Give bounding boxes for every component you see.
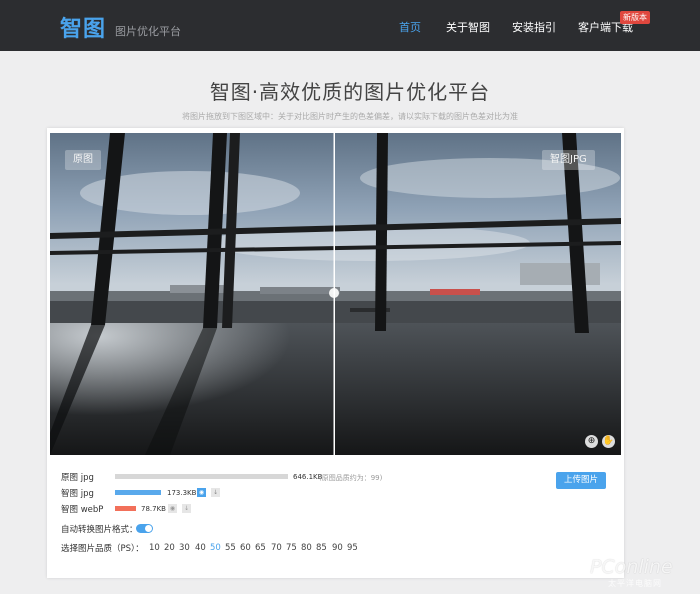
zhitu-webp-size: 78.7KB [141, 505, 166, 513]
preview-eye-icon[interactable]: ◉ [197, 488, 206, 497]
original-size-bar [115, 474, 288, 479]
auto-convert-toggle[interactable] [136, 524, 153, 533]
zhitu-webp-size-bar [115, 506, 136, 511]
original-jpg-label: 原图 jpg [61, 473, 94, 483]
quality-option-80[interactable]: 80 [301, 543, 312, 553]
photo-comparison [50, 133, 621, 455]
quality-option-65[interactable]: 65 [255, 543, 266, 553]
toggle-knob [145, 525, 152, 532]
quality-option-95[interactable]: 95 [347, 543, 358, 553]
pan-hand-icon[interactable]: ✋ [602, 435, 615, 448]
zoom-in-icon[interactable]: ⊕ [585, 435, 598, 448]
zhitu-jpg-label: 智图 jpg [61, 489, 94, 499]
logo-subtitle: 图片优化平台 [115, 25, 181, 38]
quality-option-30[interactable]: 30 [179, 543, 190, 553]
quality-option-55[interactable]: 55 [225, 543, 236, 553]
quality-option-90[interactable]: 90 [332, 543, 343, 553]
zhitu-jpg-size: 173.3KB [167, 489, 197, 497]
auto-convert-label: 自动转换图片格式： [61, 525, 138, 535]
new-version-badge: 新版本 [620, 11, 650, 24]
quality-option-70[interactable]: 70 [271, 543, 282, 553]
watermark-brand: PConline [590, 556, 673, 578]
page-subtitle: 将图片拖放到下图区域中：关于对比图片时产生的色差偏差，请以实际下载的图片色差对比… [182, 112, 518, 121]
download-icon[interactable]: ↓ [182, 504, 191, 513]
watermark-sub: 太平洋电脑网 [608, 579, 662, 588]
quality-option-20[interactable]: 20 [164, 543, 175, 553]
upload-image-button[interactable]: 上传图片 [556, 472, 606, 489]
quality-option-75[interactable]: 75 [286, 543, 297, 553]
zhitu-jpg-size-bar [115, 490, 161, 495]
nav-home[interactable]: 首页 [399, 19, 421, 35]
quality-option-60[interactable]: 60 [240, 543, 251, 553]
original-quality-note: (原图品质约为：99) [319, 474, 383, 482]
nav-install-guide[interactable]: 安装指引 [512, 19, 556, 35]
left-image-label: 原图 [65, 150, 101, 170]
quality-option-85[interactable]: 85 [316, 543, 327, 553]
nav-about[interactable]: 关于智图 [446, 19, 490, 35]
quality-label: 选择图片品质（PS）： [61, 544, 144, 554]
preview-eye-icon[interactable]: ◉ [168, 504, 177, 513]
quality-option-50[interactable]: 50 [210, 543, 221, 553]
image-compare-viewer[interactable]: 原图 智图JPG ⊕ ✋ [50, 133, 621, 455]
zhitu-webp-label: 智图 webP [61, 505, 104, 515]
quality-option-40[interactable]: 40 [195, 543, 206, 553]
compare-card: 原图 智图JPG ⊕ ✋ 原图 jpg 646.1KB (原图品质约为：99) … [47, 128, 624, 578]
page-title: 智图·高效优质的图片优化平台 [209, 80, 491, 104]
download-icon[interactable]: ↓ [211, 488, 220, 497]
right-image-label: 智图JPG [542, 150, 595, 170]
quality-option-10[interactable]: 10 [149, 543, 160, 553]
top-navbar: 智图 图片优化平台 首页 关于智图 安装指引 客户端下载 新版本 [0, 0, 700, 51]
logo[interactable]: 智图 [60, 11, 106, 43]
